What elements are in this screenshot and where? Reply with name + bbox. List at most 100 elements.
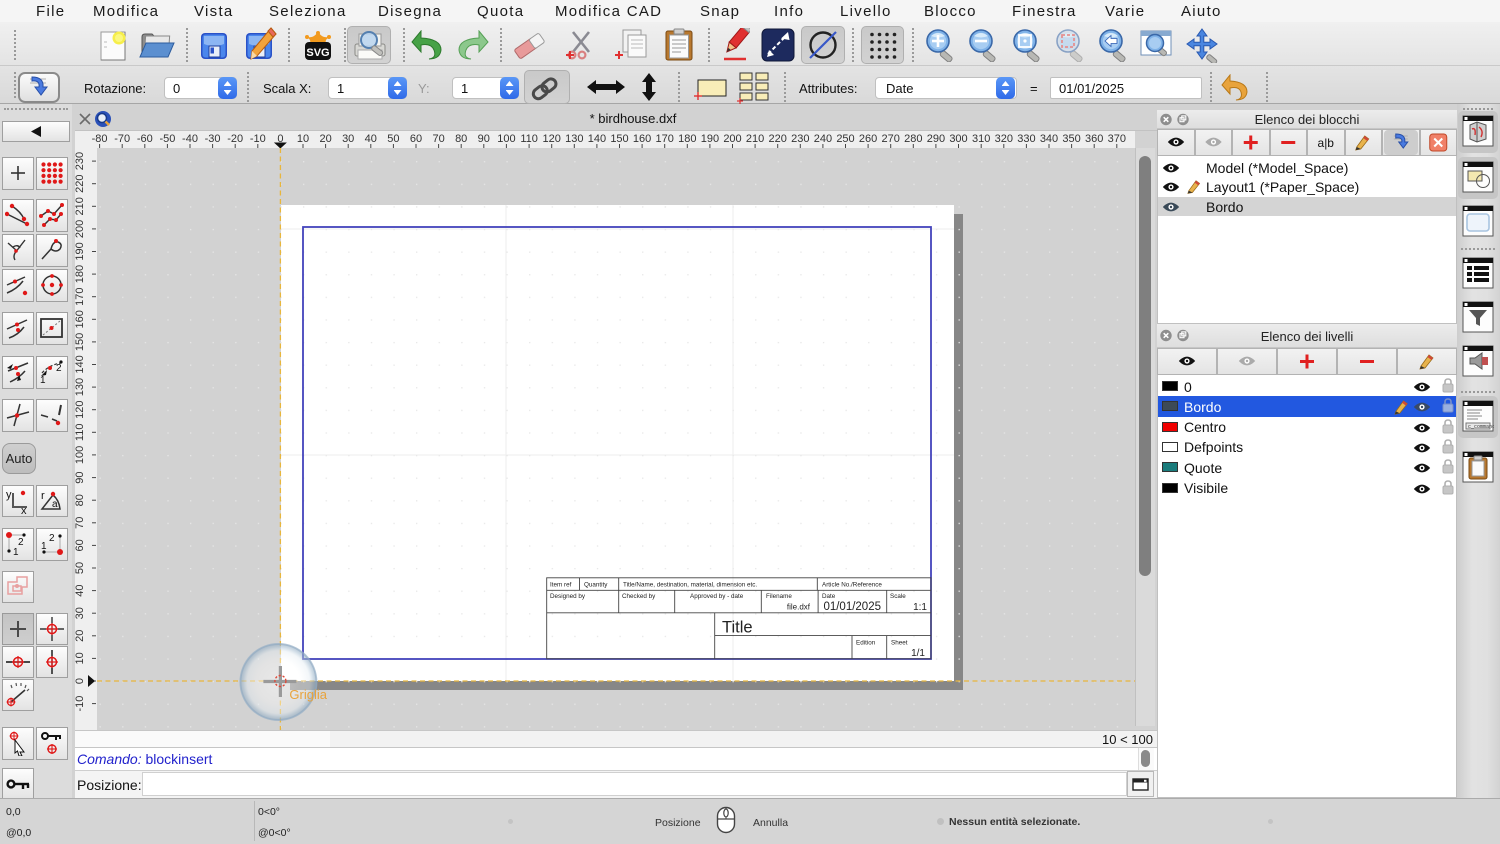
svg-text:150: 150 [75,333,86,351]
svg-text:120: 120 [543,133,561,145]
svg-text:190: 190 [701,133,719,145]
svg-text:1:1: 1:1 [913,602,927,613]
svg-text:260: 260 [859,133,877,145]
svg-text:160: 160 [75,310,86,328]
svg-text:220: 220 [75,175,86,193]
svg-text:Sheet: Sheet [891,640,908,647]
svg-text:-10: -10 [75,696,86,712]
svg-text:20: 20 [319,133,331,145]
svg-text:Article No./Reference: Article No./Reference [822,582,882,589]
svg-text:-60: -60 [137,133,153,145]
svg-text:c_command: c_command [1468,424,1494,430]
svg-text:1: 1 [40,375,46,385]
svg-text:Designed by: Designed by [550,593,586,600]
svg-text:01/01/2025: 01/01/2025 [823,601,881,613]
svg-text:20: 20 [75,630,86,642]
svg-text:130: 130 [565,133,583,145]
svg-text:90: 90 [75,471,86,483]
svg-text:130: 130 [75,378,86,396]
svg-text:290: 290 [927,133,945,145]
svg-text:110: 110 [520,133,538,145]
svg-text:30: 30 [342,133,354,145]
svg-text:360: 360 [1085,133,1103,145]
svg-text:240: 240 [814,133,832,145]
svg-text:40: 40 [365,133,377,145]
svg-text:210: 210 [746,133,764,145]
svg-text:210: 210 [75,197,86,215]
svg-text:-80: -80 [92,133,108,145]
svg-text:280: 280 [904,133,922,145]
svg-text:270: 270 [882,133,900,145]
svg-text:250: 250 [836,133,854,145]
svg-text:-70: -70 [114,133,130,145]
svg-text:220: 220 [769,133,787,145]
svg-text:200: 200 [723,133,741,145]
svg-text:40: 40 [75,584,86,596]
svg-text:180: 180 [678,133,696,145]
svg-text:Quantity: Quantity [584,582,608,589]
svg-text:100: 100 [75,446,86,464]
svg-text:90: 90 [478,133,490,145]
svg-text:310: 310 [972,133,990,145]
svg-text:Approved by - date: Approved by - date [690,593,744,600]
svg-text:100: 100 [497,133,515,145]
svg-text:80: 80 [75,494,86,506]
svg-text:y: y [6,489,12,501]
svg-text:2: 2 [18,537,24,548]
svg-text:170: 170 [656,133,674,145]
svg-text:80: 80 [455,133,467,145]
svg-text:Checked by: Checked by [622,593,656,600]
svg-text:1/1: 1/1 [911,648,925,659]
svg-text:180: 180 [75,265,86,283]
svg-text:a|b: a|b [1318,136,1335,150]
svg-text:-50: -50 [159,133,175,145]
svg-text:a: a [52,499,58,510]
svg-text:140: 140 [588,133,606,145]
svg-text:Title: Title [722,619,753,637]
svg-text:140: 140 [75,355,86,373]
svg-text:330: 330 [1017,133,1035,145]
svg-text:190: 190 [75,242,86,260]
svg-text:110: 110 [75,424,86,442]
svg-text:150: 150 [610,133,628,145]
svg-text:SVG: SVG [306,47,329,59]
svg-text:0: 0 [75,678,86,684]
svg-text:300: 300 [949,133,967,145]
svg-text:120: 120 [75,401,86,419]
svg-text:1: 1 [13,547,19,557]
svg-text:Title/Name, destination, mater: Title/Name, destination, material, dimen… [623,582,757,589]
svg-text:70: 70 [432,133,444,145]
svg-text:-20: -20 [227,133,243,145]
svg-text:-30: -30 [205,133,221,145]
svg-text:Scale: Scale [890,593,906,600]
svg-text:Date: Date [822,593,836,600]
svg-text:50: 50 [75,562,86,574]
svg-text:Griglia: Griglia [289,687,327,702]
svg-text:Filename: Filename [766,593,792,600]
svg-text:200: 200 [75,220,86,238]
svg-text:file.dxf: file.dxf [787,603,811,612]
svg-text:170: 170 [75,288,86,306]
svg-text:r: r [41,490,45,502]
svg-text:340: 340 [1040,133,1058,145]
svg-text:Item ref: Item ref [550,582,572,589]
svg-text:Edition: Edition [856,640,876,647]
svg-text:-10: -10 [250,133,266,145]
svg-text:2: 2 [49,533,55,544]
svg-text:160: 160 [633,133,651,145]
svg-text:230: 230 [791,133,809,145]
svg-text:1: 1 [41,541,47,552]
svg-text:370: 370 [1108,133,1126,145]
svg-text:60: 60 [75,539,86,551]
svg-text:10: 10 [75,652,86,664]
svg-text:70: 70 [75,517,86,529]
svg-text:60: 60 [410,133,422,145]
svg-text:10: 10 [297,133,309,145]
svg-text:350: 350 [1062,133,1080,145]
svg-text:-40: -40 [182,133,198,145]
svg-text:30: 30 [75,607,86,619]
svg-text:x: x [21,505,27,514]
svg-text:320: 320 [995,133,1013,145]
svg-text:50: 50 [387,133,399,145]
svg-text:2: 2 [56,363,62,374]
